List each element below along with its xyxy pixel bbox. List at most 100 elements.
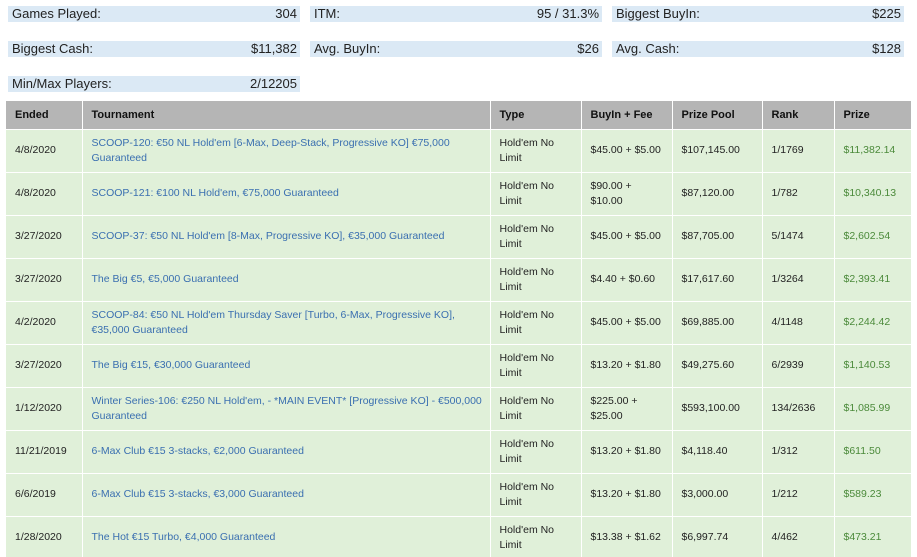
cell-prize: $589.23 bbox=[834, 472, 911, 516]
cell-prize-pool: $107,145.00 bbox=[672, 128, 763, 172]
stat-label: Biggest BuyIn: bbox=[616, 6, 700, 21]
stat-label: Games Played: bbox=[12, 6, 101, 21]
stat-value: 304 bbox=[275, 6, 297, 21]
tournament-link[interactable]: SCOOP-121: €100 NL Hold'em, €75,000 Guar… bbox=[82, 171, 491, 215]
cell-type: Hold'em No Limit bbox=[490, 515, 582, 557]
stat-value: 2/12205 bbox=[250, 76, 297, 91]
stat-biggest-buyin: Biggest BuyIn: $225 bbox=[612, 6, 904, 22]
cell-type: Hold'em No Limit bbox=[490, 472, 582, 516]
cell-prize: $2,602.54 bbox=[834, 214, 911, 258]
column-header-type[interactable]: Type bbox=[490, 101, 582, 129]
table-row: 4/8/2020 SCOOP-120: €50 NL Hold'em [6-Ma… bbox=[6, 128, 911, 172]
tournament-link[interactable]: The Big €15, €30,000 Guaranteed bbox=[82, 343, 491, 387]
tournament-link[interactable]: Winter Series-106: €250 NL Hold'em, - *M… bbox=[82, 386, 491, 430]
cell-buyin: $45.00 + $5.00 bbox=[581, 300, 673, 344]
cell-prize-pool: $87,120.00 bbox=[672, 171, 763, 215]
stat-value: $225 bbox=[872, 6, 901, 21]
stat-label: ITM: bbox=[314, 6, 340, 21]
stat-value: $26 bbox=[577, 41, 599, 56]
tournament-link[interactable]: 6-Max Club €15 3-stacks, €3,000 Guarante… bbox=[82, 472, 491, 516]
cell-prize-pool: $49,275.60 bbox=[672, 343, 763, 387]
tournament-link[interactable]: The Hot €15 Turbo, €4,000 Guaranteed bbox=[82, 515, 491, 557]
cell-prize: $1,085.99 bbox=[834, 386, 911, 430]
cell-type: Hold'em No Limit bbox=[490, 257, 582, 301]
cell-buyin: $225.00 + $25.00 bbox=[581, 386, 673, 430]
cell-buyin: $90.00 + $10.00 bbox=[581, 171, 673, 215]
table-row: 11/21/2019 6-Max Club €15 3-stacks, €2,0… bbox=[6, 429, 911, 473]
cell-prize: $11,382.14 bbox=[834, 128, 911, 172]
cell-buyin: $45.00 + $5.00 bbox=[581, 128, 673, 172]
stat-value: $11,382 bbox=[250, 41, 297, 56]
table-row: 3/27/2020 The Big €5, €5,000 Guaranteed … bbox=[6, 257, 911, 301]
cell-prize-pool: $4,118.40 bbox=[672, 429, 763, 473]
cell-buyin: $4.40 + $0.60 bbox=[581, 257, 673, 301]
cell-rank: 1/1769 bbox=[762, 128, 835, 172]
cell-type: Hold'em No Limit bbox=[490, 171, 582, 215]
column-header-buyin[interactable]: BuyIn + Fee bbox=[581, 101, 673, 129]
cell-ended: 1/12/2020 bbox=[6, 386, 83, 430]
table-row: 4/2/2020 SCOOP-84: €50 NL Hold'em Thursd… bbox=[6, 300, 911, 344]
cell-prize: $10,340.13 bbox=[834, 171, 911, 215]
cell-rank: 1/312 bbox=[762, 429, 835, 473]
stat-label: Avg. BuyIn: bbox=[314, 41, 381, 56]
cell-type: Hold'em No Limit bbox=[490, 214, 582, 258]
cell-type: Hold'em No Limit bbox=[490, 343, 582, 387]
stat-min-max-players: Min/Max Players: 2/12205 bbox=[8, 76, 300, 92]
cell-prize: $2,393.41 bbox=[834, 257, 911, 301]
cell-buyin: $13.20 + $1.80 bbox=[581, 472, 673, 516]
cell-rank: 5/1474 bbox=[762, 214, 835, 258]
cell-prize-pool: $3,000.00 bbox=[672, 472, 763, 516]
column-header-prize-pool[interactable]: Prize Pool bbox=[672, 101, 763, 129]
tournament-link[interactable]: SCOOP-37: €50 NL Hold'em [8-Max, Progres… bbox=[82, 214, 491, 258]
cell-rank: 134/2636 bbox=[762, 386, 835, 430]
cell-type: Hold'em No Limit bbox=[490, 429, 582, 473]
cell-ended: 3/27/2020 bbox=[6, 343, 83, 387]
stat-label: Biggest Cash: bbox=[12, 41, 93, 56]
cell-rank: 1/212 bbox=[762, 472, 835, 516]
cell-ended: 4/8/2020 bbox=[6, 171, 83, 215]
table-row: 1/12/2020 Winter Series-106: €250 NL Hol… bbox=[6, 386, 911, 430]
tournament-link[interactable]: The Big €5, €5,000 Guaranteed bbox=[82, 257, 491, 301]
cell-ended: 4/8/2020 bbox=[6, 128, 83, 172]
cell-ended: 6/6/2019 bbox=[6, 472, 83, 516]
stat-avg-buyin: Avg. BuyIn: $26 bbox=[310, 41, 602, 57]
cell-ended: 1/28/2020 bbox=[6, 515, 83, 557]
column-header-rank[interactable]: Rank bbox=[762, 101, 835, 129]
cell-ended: 3/27/2020 bbox=[6, 214, 83, 258]
stat-value: 95 / 31.3% bbox=[536, 6, 599, 21]
cell-ended: 4/2/2020 bbox=[6, 300, 83, 344]
column-header-prize[interactable]: Prize bbox=[834, 101, 911, 129]
stat-games-played: Games Played: 304 bbox=[8, 6, 300, 22]
column-header-tournament[interactable]: Tournament bbox=[82, 101, 491, 129]
stat-value: $128 bbox=[872, 41, 901, 56]
cell-type: Hold'em No Limit bbox=[490, 386, 582, 430]
cell-prize-pool: $6,997.74 bbox=[672, 515, 763, 557]
tournament-link[interactable]: SCOOP-84: €50 NL Hold'em Thursday Saver … bbox=[82, 300, 491, 344]
cell-buyin: $13.20 + $1.80 bbox=[581, 343, 673, 387]
stat-biggest-cash: Biggest Cash: $11,382 bbox=[8, 41, 300, 57]
cell-prize: $611.50 bbox=[834, 429, 911, 473]
table-row: 6/6/2019 6-Max Club €15 3-stacks, €3,000… bbox=[6, 472, 911, 516]
cell-prize-pool: $87,705.00 bbox=[672, 214, 763, 258]
cell-rank: 6/2939 bbox=[762, 343, 835, 387]
cell-prize-pool: $593,100.00 bbox=[672, 386, 763, 430]
cell-type: Hold'em No Limit bbox=[490, 300, 582, 344]
cell-buyin: $45.00 + $5.00 bbox=[581, 214, 673, 258]
table-row: 3/27/2020 SCOOP-37: €50 NL Hold'em [8-Ma… bbox=[6, 214, 911, 258]
stat-label: Avg. Cash: bbox=[616, 41, 680, 56]
cell-prize: $2,244.42 bbox=[834, 300, 911, 344]
table-header-row: Ended Tournament Type BuyIn + Fee Prize … bbox=[6, 101, 911, 129]
table-row: 3/27/2020 The Big €15, €30,000 Guarantee… bbox=[6, 343, 911, 387]
table-row: 4/8/2020 SCOOP-121: €100 NL Hold'em, €75… bbox=[6, 171, 911, 215]
cell-rank: 1/782 bbox=[762, 171, 835, 215]
cell-rank: 4/1148 bbox=[762, 300, 835, 344]
tournament-link[interactable]: SCOOP-120: €50 NL Hold'em [6-Max, Deep-S… bbox=[82, 128, 491, 172]
cell-prize: $1,140.53 bbox=[834, 343, 911, 387]
cell-rank: 4/462 bbox=[762, 515, 835, 557]
cell-prize-pool: $69,885.00 bbox=[672, 300, 763, 344]
tournament-link[interactable]: 6-Max Club €15 3-stacks, €2,000 Guarante… bbox=[82, 429, 491, 473]
column-header-ended[interactable]: Ended bbox=[6, 101, 83, 129]
cell-ended: 3/27/2020 bbox=[6, 257, 83, 301]
cell-rank: 1/3264 bbox=[762, 257, 835, 301]
cell-buyin: $13.20 + $1.80 bbox=[581, 429, 673, 473]
